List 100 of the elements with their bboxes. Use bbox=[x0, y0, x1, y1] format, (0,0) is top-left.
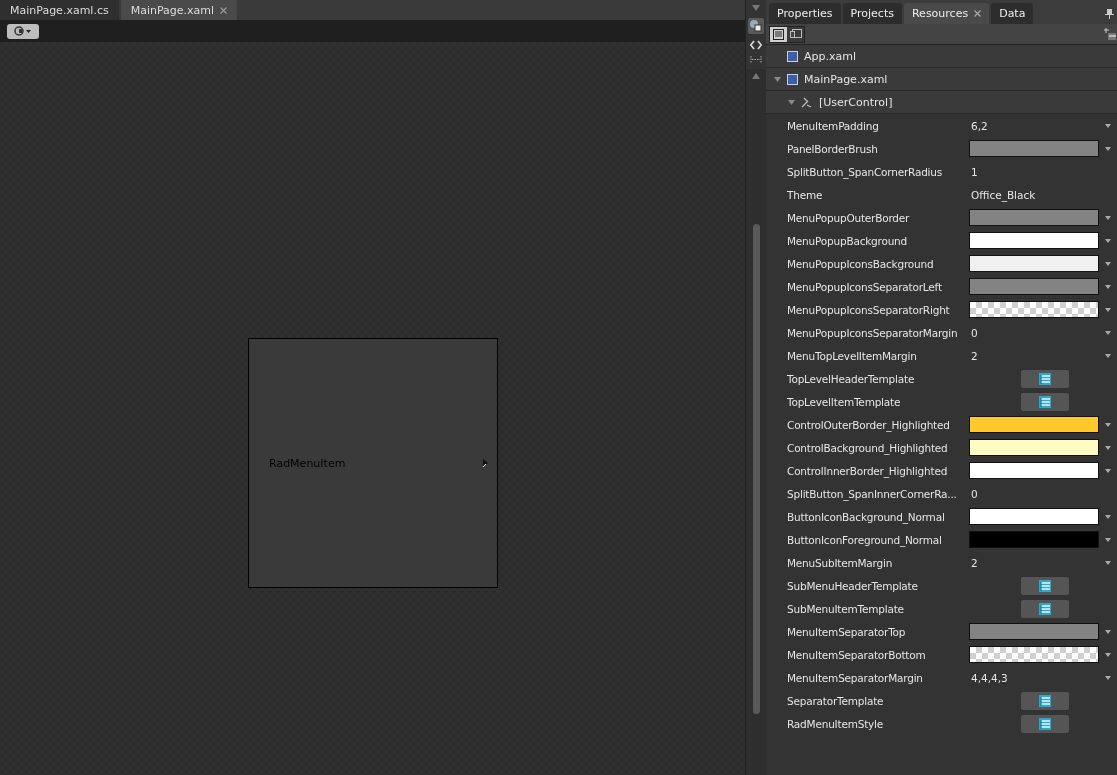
dropdown-arrow-icon[interactable] bbox=[1105, 468, 1111, 473]
template-icon bbox=[1039, 372, 1051, 385]
dropdown-arrow-icon[interactable] bbox=[752, 5, 760, 11]
dropdown-arrow-icon[interactable] bbox=[1105, 422, 1111, 427]
dropdown-arrow-icon[interactable] bbox=[1105, 238, 1111, 243]
dropdown-arrow-icon[interactable] bbox=[1105, 675, 1111, 680]
resource-value[interactable]: 6,2 bbox=[969, 119, 988, 132]
pin-icon[interactable] bbox=[1105, 8, 1114, 19]
panel-tab[interactable]: Data bbox=[991, 3, 1034, 24]
transparent-swatch[interactable] bbox=[969, 646, 1099, 663]
resource-name: ButtonIconForeground_Normal bbox=[787, 533, 943, 546]
color-swatch[interactable] bbox=[969, 462, 1099, 479]
resource-value[interactable]: Office_Black bbox=[969, 188, 1036, 201]
template-button[interactable] bbox=[1021, 599, 1069, 618]
resource-name: MenuItemPadding bbox=[787, 119, 880, 132]
resource-name: MenuPopupOuterBorder bbox=[787, 211, 911, 224]
dropdown-arrow-icon[interactable] bbox=[1105, 261, 1111, 266]
collapse-arrow-icon[interactable] bbox=[788, 98, 795, 106]
color-swatch[interactable] bbox=[969, 232, 1099, 249]
resource-name: ButtonIconBackground_Normal bbox=[787, 510, 946, 523]
color-swatch[interactable] bbox=[969, 508, 1099, 525]
resource-name: MenuSubItemMargin bbox=[787, 556, 894, 569]
tree-item[interactable]: [UserControl] bbox=[766, 91, 1117, 114]
transparent-swatch[interactable] bbox=[969, 301, 1099, 318]
dropdown-arrow-icon[interactable] bbox=[1105, 629, 1111, 634]
collapse-arrow-icon[interactable] bbox=[774, 75, 781, 83]
resource-name: SubMenuHeaderTemplate bbox=[787, 579, 919, 592]
dropdown-arrow-icon[interactable] bbox=[1105, 307, 1111, 312]
dropdown-arrow-icon[interactable] bbox=[1105, 215, 1111, 220]
dropdown-arrow-icon[interactable] bbox=[1105, 537, 1111, 542]
color-swatch[interactable] bbox=[969, 439, 1099, 456]
code-view-icon[interactable] bbox=[750, 40, 762, 50]
resource-name: MenuItemSeparatorTop bbox=[787, 625, 907, 638]
resource-value[interactable]: 4,4,4,3 bbox=[969, 671, 1008, 684]
resource-name: ControlBackground_Highlighted bbox=[787, 441, 949, 454]
resource-name: SplitButton_SpanInnerCornerRa... bbox=[787, 487, 958, 500]
color-swatch[interactable] bbox=[969, 140, 1099, 157]
template-button[interactable] bbox=[1021, 392, 1069, 411]
resource-name: Theme bbox=[787, 188, 824, 201]
template-button[interactable] bbox=[1021, 576, 1069, 595]
dropdown-arrow-icon[interactable] bbox=[1105, 330, 1111, 335]
resource-name: RadMenuItemStyle bbox=[787, 717, 885, 730]
resource-name: SubMenuItemTemplate bbox=[787, 602, 905, 615]
resource-value[interactable]: 1 bbox=[969, 165, 978, 178]
close-icon[interactable] bbox=[220, 6, 228, 14]
resource-name: MenuPopupBackground bbox=[787, 234, 909, 247]
color-swatch[interactable] bbox=[969, 531, 1099, 548]
resource-value[interactable]: 0 bbox=[969, 487, 978, 500]
resource-name: MenuItemSeparatorMargin bbox=[787, 671, 924, 684]
color-swatch[interactable] bbox=[969, 255, 1099, 272]
file-icon bbox=[787, 50, 798, 62]
template-button[interactable] bbox=[1021, 369, 1069, 388]
resource-name: MenuTopLevelItemMargin bbox=[787, 349, 918, 362]
scroll-up-icon[interactable] bbox=[752, 73, 760, 79]
dropdown-arrow-icon[interactable] bbox=[1105, 560, 1111, 565]
list-view-button[interactable] bbox=[770, 26, 787, 42]
color-swatch[interactable] bbox=[969, 209, 1099, 226]
add-resource-icon[interactable] bbox=[1104, 28, 1116, 40]
template-icon bbox=[1039, 395, 1051, 408]
resource-value[interactable]: 2 bbox=[969, 556, 978, 569]
file-icon bbox=[787, 73, 798, 85]
template-icon bbox=[1039, 602, 1051, 615]
dropdown-arrow-icon[interactable] bbox=[1105, 445, 1111, 450]
scrollbar-thumb[interactable] bbox=[752, 224, 760, 714]
resource-name: MenuPopupIconsSeparatorRight bbox=[787, 303, 951, 316]
editor-tab[interactable]: MainPage.xaml bbox=[120, 0, 238, 20]
color-swatch[interactable] bbox=[969, 278, 1099, 295]
tree-item[interactable]: MainPage.xaml bbox=[766, 68, 1117, 91]
template-button[interactable] bbox=[1021, 691, 1069, 710]
dropdown-arrow-icon[interactable] bbox=[1105, 146, 1111, 151]
color-swatch[interactable] bbox=[969, 623, 1099, 640]
dropdown-arrow-icon[interactable] bbox=[1105, 123, 1111, 128]
dropdown-arrow-icon[interactable] bbox=[1105, 353, 1111, 358]
dropdown-arrow-icon[interactable] bbox=[1105, 284, 1111, 289]
refresh-dropdown-button[interactable] bbox=[7, 23, 39, 39]
color-swatch[interactable] bbox=[969, 416, 1099, 433]
panel-tab[interactable]: Projects bbox=[842, 3, 902, 24]
design-view-icon[interactable] bbox=[748, 18, 764, 34]
resource-name: TopLevelHeaderTemplate bbox=[787, 372, 916, 385]
dropdown-arrow-icon[interactable] bbox=[1105, 652, 1111, 657]
panel-tab[interactable]: Resources bbox=[903, 3, 990, 24]
template-button[interactable] bbox=[1021, 714, 1069, 733]
tools-icon bbox=[801, 96, 813, 108]
editor-tab[interactable]: MainPage.xaml.cs bbox=[0, 0, 119, 20]
refresh-icon bbox=[13, 25, 33, 37]
resource-name: MenuPopupIconsSeparatorLeft bbox=[787, 280, 943, 293]
resource-value[interactable]: 2 bbox=[969, 349, 978, 362]
resource-name: SplitButton_SpanCornerRadius bbox=[787, 165, 944, 178]
template-icon bbox=[1039, 717, 1051, 730]
menu-item-label: RadMenuItem bbox=[269, 456, 346, 470]
template-icon bbox=[1039, 579, 1051, 592]
close-icon[interactable] bbox=[974, 10, 982, 17]
resource-value[interactable]: 0 bbox=[969, 326, 978, 339]
panel-tab[interactable]: Properties bbox=[769, 3, 841, 24]
tree-item[interactable]: App.xaml bbox=[766, 45, 1117, 68]
resource-name: ControlInnerBorder_Highlighted bbox=[787, 464, 949, 477]
dropdown-arrow-icon[interactable] bbox=[1105, 514, 1111, 519]
split-view-icon[interactable] bbox=[750, 56, 762, 63]
tile-view-button[interactable] bbox=[787, 26, 804, 42]
resource-name: MenuPopupIconsSeparatorMargin bbox=[787, 326, 959, 339]
